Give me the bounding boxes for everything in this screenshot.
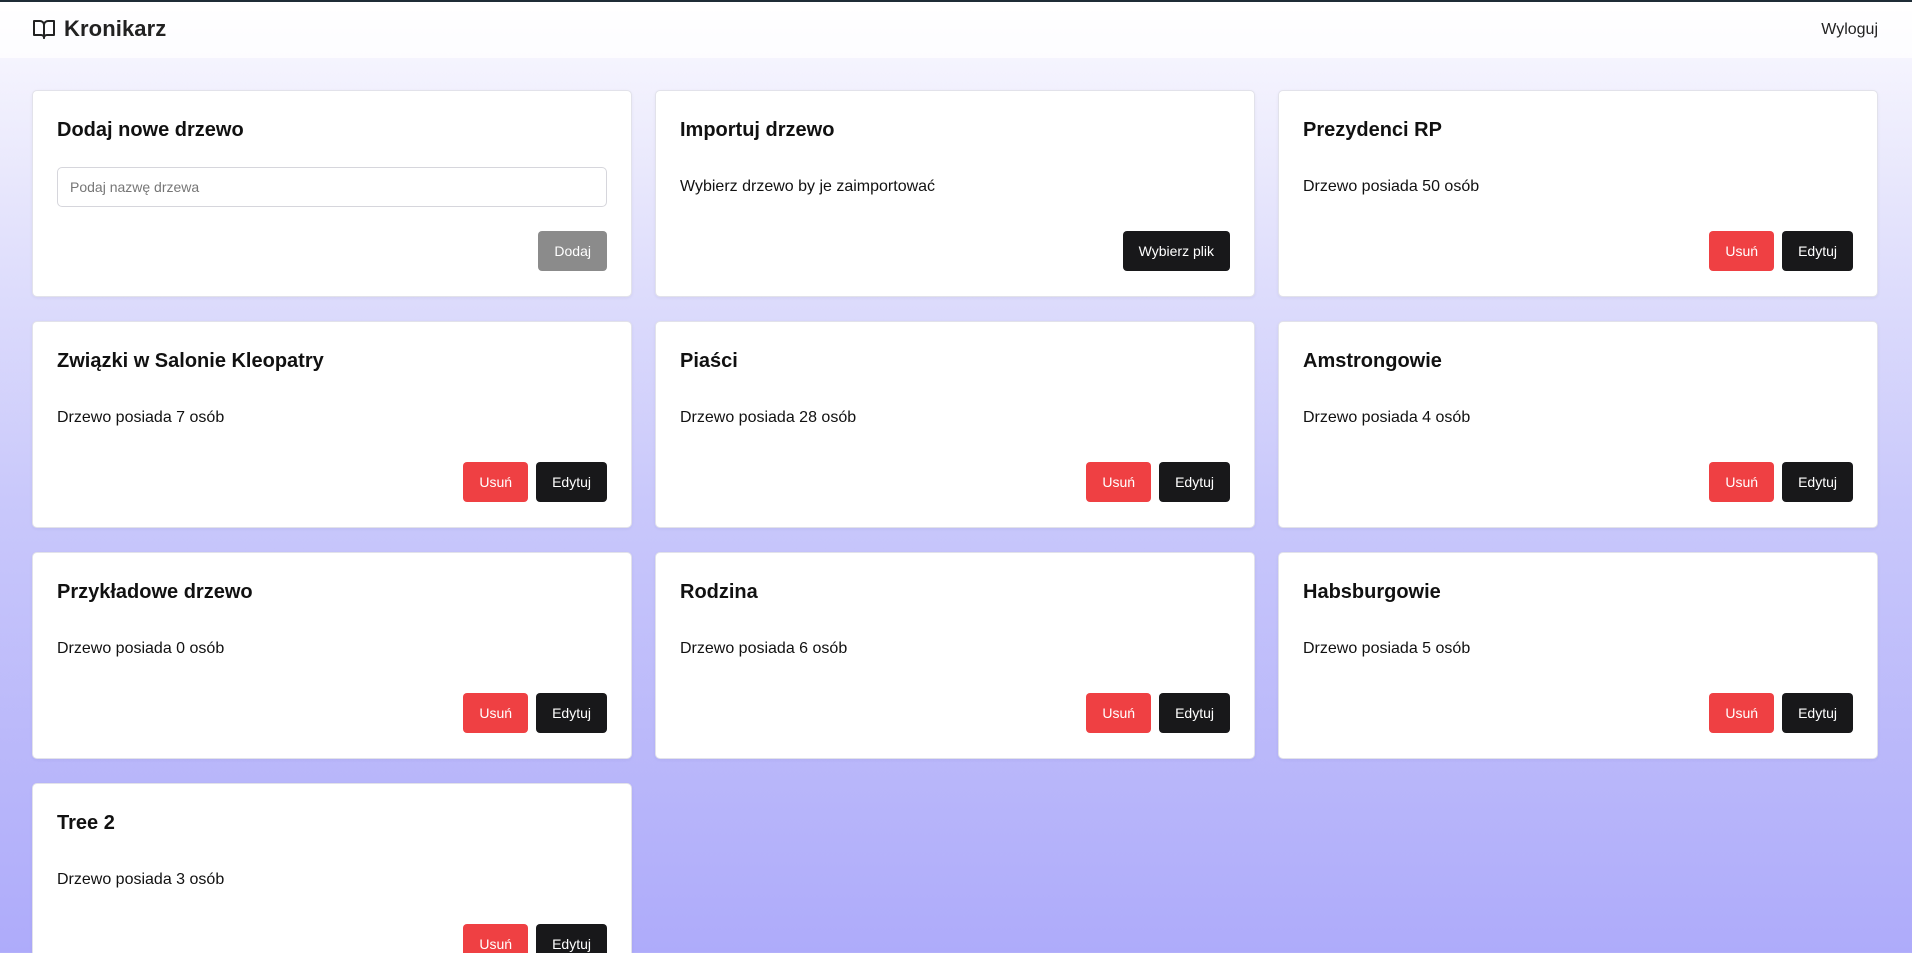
delete-tree-button[interactable]: Usuń [463, 924, 529, 953]
tree-name: Rodzina [680, 581, 758, 603]
delete-tree-button[interactable]: Usuń [1709, 231, 1775, 271]
tree-name: Habsburgowie [1303, 581, 1441, 603]
tree-person-count: Drzewo posiada 6 osób [680, 640, 848, 657]
tree-card: Habsburgowie Drzewo posiada 5 osób Usuń … [1278, 552, 1878, 759]
delete-tree-button[interactable]: Usuń [1709, 693, 1775, 733]
tree-card: Przykładowe drzewo Drzewo posiada 0 osób… [32, 552, 632, 759]
top-navbar: Kronikarz Wyloguj [0, 2, 1912, 58]
tree-actions: Usuń Edytuj [1086, 462, 1230, 502]
delete-tree-button[interactable]: Usuń [463, 462, 529, 502]
add-tree-button[interactable]: Dodaj [538, 231, 607, 271]
brand[interactable]: Kronikarz [32, 16, 166, 42]
tree-card: Piaści Drzewo posiada 28 osób Usuń Edytu… [655, 321, 1255, 528]
delete-tree-button[interactable]: Usuń [463, 693, 529, 733]
tree-name: Prezydenci RP [1303, 119, 1442, 141]
edit-tree-button[interactable]: Edytuj [536, 924, 607, 953]
delete-tree-button[interactable]: Usuń [1086, 462, 1152, 502]
edit-tree-button[interactable]: Edytuj [536, 462, 607, 502]
tree-name: Piaści [680, 350, 738, 372]
tree-actions: Usuń Edytuj [463, 462, 607, 502]
tree-person-count: Drzewo posiada 50 osób [1303, 178, 1480, 195]
tree-actions: Usuń Edytuj [1709, 462, 1853, 502]
edit-tree-button[interactable]: Edytuj [1782, 462, 1853, 502]
open-book-icon [32, 17, 56, 41]
tree-card: Związki w Salonie Kleopatry Drzewo posia… [32, 321, 632, 528]
edit-tree-button[interactable]: Edytuj [1159, 693, 1230, 733]
tree-card: Tree 2 Drzewo posiada 3 osób Usuń Edytuj [32, 783, 632, 953]
tree-name-input[interactable] [57, 167, 607, 207]
import-tree-description: Wybierz drzewo by je zaimportować [680, 178, 936, 195]
edit-tree-button[interactable]: Edytuj [1782, 693, 1853, 733]
tree-actions: Usuń Edytuj [1086, 693, 1230, 733]
tree-card: Rodzina Drzewo posiada 6 osób Usuń Edytu… [655, 552, 1255, 759]
import-tree-title: Importuj drzewo [680, 119, 835, 141]
tree-person-count: Drzewo posiada 5 osób [1303, 640, 1471, 657]
add-tree-actions: Dodaj [538, 231, 607, 271]
tree-actions: Usuń Edytuj [1709, 231, 1853, 271]
tree-person-count: Drzewo posiada 0 osób [57, 640, 225, 657]
choose-file-button[interactable]: Wybierz plik [1122, 231, 1230, 271]
tree-actions: Usuń Edytuj [463, 924, 607, 953]
tree-name: Tree 2 [57, 812, 115, 834]
delete-tree-button[interactable]: Usuń [1709, 462, 1775, 502]
tree-actions: Usuń Edytuj [463, 693, 607, 733]
trees-grid: Dodaj nowe drzewo Dodaj Importuj drzewo … [32, 90, 1878, 953]
import-tree-actions: Wybierz plik [1122, 231, 1230, 271]
add-tree-card: Dodaj nowe drzewo Dodaj [32, 90, 632, 297]
edit-tree-button[interactable]: Edytuj [1159, 462, 1230, 502]
tree-person-count: Drzewo posiada 7 osób [57, 409, 225, 426]
tree-name: Przykładowe drzewo [57, 581, 253, 603]
import-tree-card: Importuj drzewo Wybierz drzewo by je zai… [655, 90, 1255, 297]
tree-card: Prezydenci RP Drzewo posiada 50 osób Usu… [1278, 90, 1878, 297]
delete-tree-button[interactable]: Usuń [1086, 693, 1152, 733]
tree-card: Amstrongowie Drzewo posiada 4 osób Usuń … [1278, 321, 1878, 528]
edit-tree-button[interactable]: Edytuj [536, 693, 607, 733]
tree-person-count: Drzewo posiada 3 osób [57, 871, 225, 888]
tree-person-count: Drzewo posiada 28 osób [680, 409, 857, 426]
tree-person-count: Drzewo posiada 4 osób [1303, 409, 1471, 426]
app-name: Kronikarz [64, 16, 167, 41]
edit-tree-button[interactable]: Edytuj [1782, 231, 1853, 271]
tree-actions: Usuń Edytuj [1709, 693, 1853, 733]
add-tree-title: Dodaj nowe drzewo [57, 119, 244, 141]
tree-name: Amstrongowie [1303, 350, 1442, 372]
tree-name: Związki w Salonie Kleopatry [57, 350, 324, 372]
logout-link[interactable]: Wyloguj [1821, 21, 1878, 39]
